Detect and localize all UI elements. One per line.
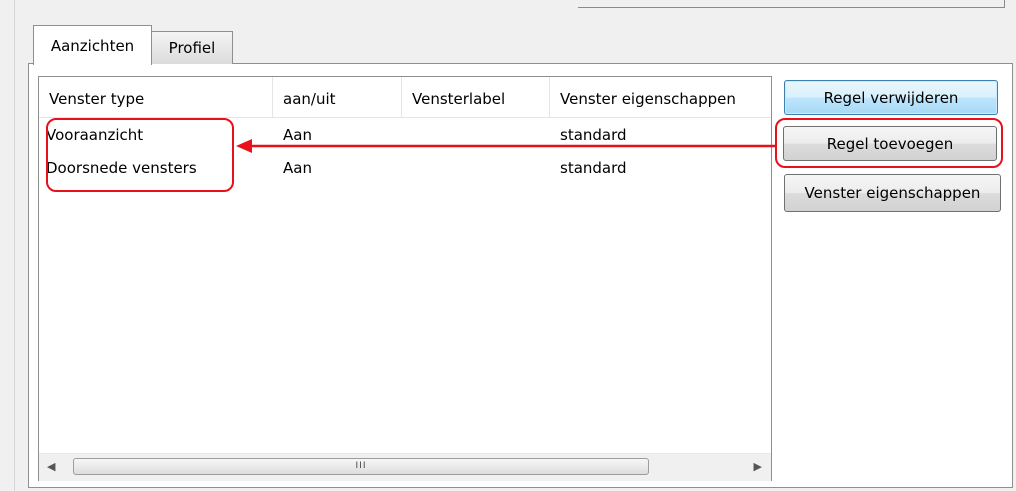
annotation-arrow-icon — [236, 139, 777, 153]
add-button-highlight-box — [775, 118, 1003, 168]
rows-highlight-box — [46, 118, 234, 192]
